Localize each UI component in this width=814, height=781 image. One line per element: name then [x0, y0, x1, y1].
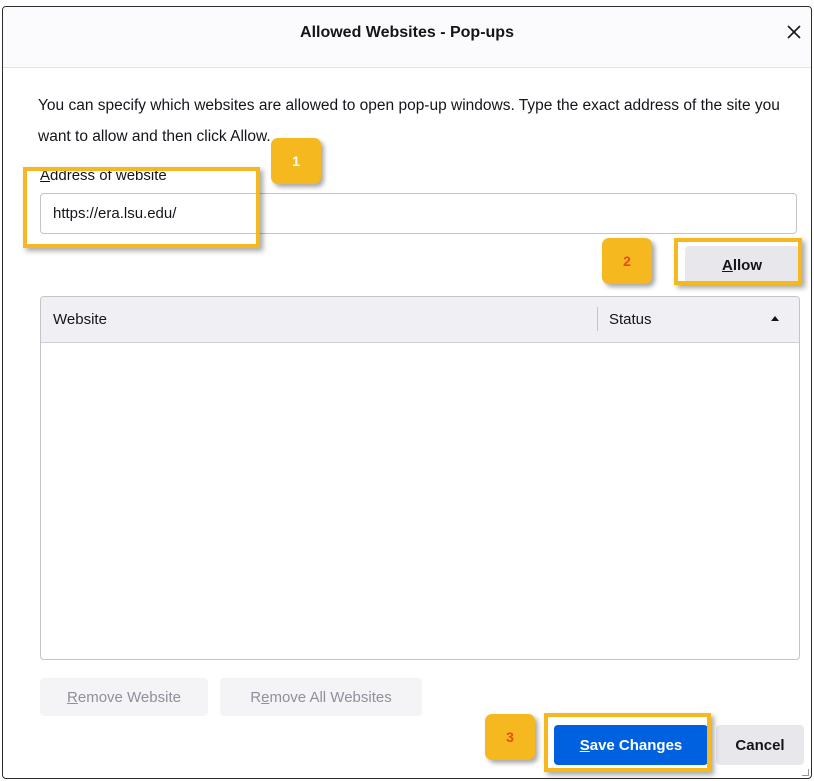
- column-header-website[interactable]: Website: [53, 311, 107, 328]
- address-input[interactable]: [40, 193, 797, 234]
- save-changes-accesskey: S: [579, 736, 590, 754]
- allow-button-accesskey: A: [721, 256, 733, 274]
- allow-button-text: llow: [732, 256, 762, 274]
- step-badge-2: 2: [602, 238, 652, 284]
- remove-website-button[interactable]: Remove Website: [40, 678, 208, 716]
- save-changes-text: ave Changes: [589, 736, 683, 754]
- table-header: Website Status: [41, 297, 799, 343]
- save-changes-button[interactable]: Save Changes: [554, 725, 708, 765]
- column-divider[interactable]: [597, 307, 598, 331]
- remove-website-text: emove Website: [77, 688, 181, 706]
- dialog-description: You can specify which websites are allow…: [38, 97, 780, 145]
- remove-all-websites-button[interactable]: Remove All Websites: [220, 678, 422, 716]
- address-label: Address of website: [40, 167, 167, 184]
- remove-all-pre: R: [250, 688, 262, 706]
- remove-website-accesskey: R: [67, 688, 78, 706]
- column-header-status[interactable]: Status: [609, 311, 652, 328]
- allow-button[interactable]: Allow: [685, 246, 799, 284]
- page: Allowed Websites - Pop-ups You can speci…: [0, 0, 814, 781]
- step-badge-1: 1: [271, 138, 321, 184]
- dialog-title: Allowed Websites - Pop-ups: [300, 24, 514, 41]
- resize-grip[interactable]: [802, 769, 809, 776]
- address-label-text: ddress of website: [50, 167, 167, 184]
- sort-ascending-icon[interactable]: [771, 316, 779, 321]
- address-label-accesskey: A: [40, 167, 51, 184]
- step-badge-3: 3: [485, 714, 535, 760]
- remove-all-text: move All Websites: [269, 688, 392, 706]
- cancel-button[interactable]: Cancel: [716, 725, 804, 765]
- dialog-title-bar: Allowed Websites - Pop-ups: [3, 7, 811, 68]
- close-icon[interactable]: [783, 21, 805, 43]
- allowed-websites-dialog: Allowed Websites - Pop-ups You can speci…: [2, 6, 812, 779]
- websites-table[interactable]: Website Status: [40, 296, 800, 660]
